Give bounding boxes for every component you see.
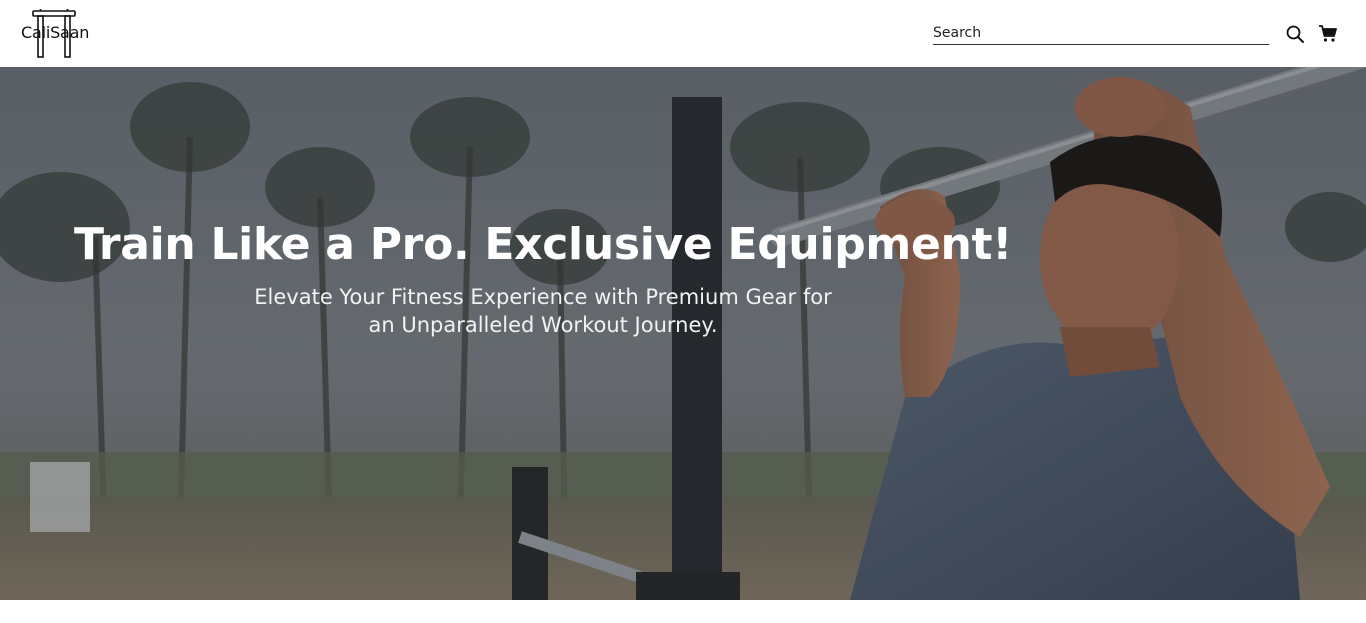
search-input[interactable]	[933, 22, 1269, 44]
brand-name: CaliSaan	[21, 23, 90, 42]
search-button[interactable]	[1285, 24, 1305, 44]
hero-banner: Train Like a Pro. Exclusive Equipment! E…	[0, 67, 1366, 600]
cart-icon	[1319, 25, 1337, 42]
search-bar	[933, 22, 1269, 45]
hero-subtitle: Elevate Your Fitness Experience with Pre…	[254, 285, 832, 337]
site-header: CaliSaan	[0, 0, 1366, 67]
page-bottom-whitespace	[0, 600, 1366, 623]
hero-title: Train Like a Pro. Exclusive Equipment!	[73, 219, 1013, 270]
search-icon	[1286, 25, 1304, 43]
brand-logo[interactable]: CaliSaan	[20, 9, 92, 59]
cart-button[interactable]	[1318, 24, 1338, 44]
